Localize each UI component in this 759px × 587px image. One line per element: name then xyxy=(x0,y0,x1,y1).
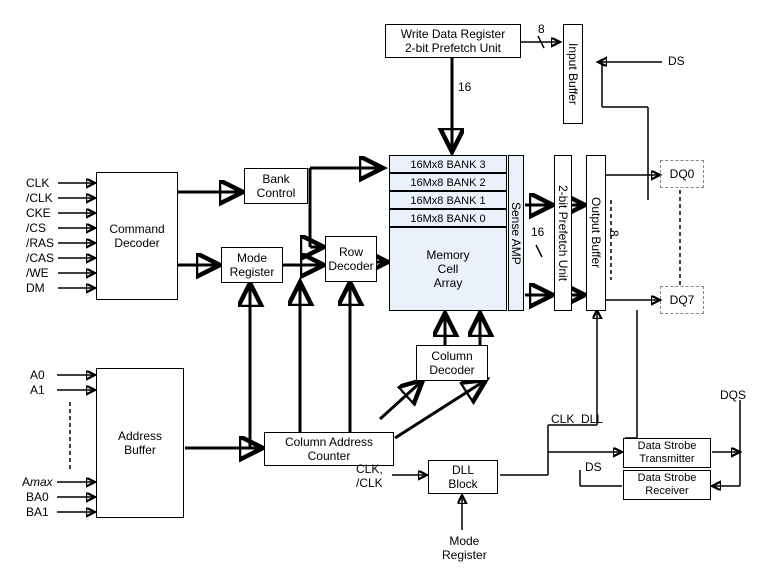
bank0-block: 16Mx8 BANK 0 xyxy=(389,209,507,227)
dq0-box: DQ0 xyxy=(660,160,704,188)
dq7-box: DQ7 xyxy=(660,286,704,314)
sig-cas: /CAS xyxy=(26,251,54,265)
column-decoder-block: Column Decoder xyxy=(416,345,488,381)
clk-input-label: CLK, /CLK xyxy=(356,462,383,490)
dll-block: DLL Block xyxy=(428,460,498,494)
sig-ras: /RAS xyxy=(26,236,54,250)
sig-cke: CKE xyxy=(26,206,51,220)
sig-amax: Amax xyxy=(22,475,53,489)
memory-cell-array-block: Memory Cell Array xyxy=(389,227,507,311)
clk-dll-label: CLK_DLL xyxy=(551,412,603,426)
data-strobe-transmitter-block: Data Strobe Transmitter xyxy=(623,438,711,468)
sig-dm: DM xyxy=(26,281,45,295)
ds-top-label: DS xyxy=(668,54,685,68)
row-decoder-block: Row Decoder xyxy=(325,236,377,282)
sig-clk: CLK xyxy=(26,176,49,190)
mode-register-block: Mode Register xyxy=(221,247,283,283)
dqs-label: DQS xyxy=(720,388,746,402)
sig-nclk: /CLK xyxy=(26,191,53,205)
bank1-block: 16Mx8 BANK 1 xyxy=(389,191,507,209)
data-strobe-receiver-block: Data Strobe Receiver xyxy=(623,470,711,500)
output-buffer-block: Output Buffer xyxy=(586,155,606,311)
mode-register-bottom-label: Mode Register xyxy=(442,534,487,562)
bus16-mid-label: 16 xyxy=(531,225,544,239)
sig-we: /WE xyxy=(26,266,49,280)
bank-control-block: Bank Control xyxy=(244,168,308,204)
diagram-stage: Write Data Register 2-bit Prefetch Unit … xyxy=(0,0,759,587)
command-decoder-block: Command Decoder xyxy=(96,172,178,300)
column-address-counter-block: Column Address Counter xyxy=(264,432,394,466)
sig-ba1: BA1 xyxy=(26,505,49,519)
bank3-block: 16Mx8 BANK 3 xyxy=(389,155,507,173)
input-buffer-block: Input Buffer xyxy=(563,24,583,124)
sense-amp-block: Sense AMP xyxy=(508,155,524,311)
ds-bottom-label: DS xyxy=(585,460,602,474)
bus8-mid-label: 8 xyxy=(607,230,621,237)
sig-a1: A1 xyxy=(30,383,45,397)
address-buffer-block: Address Buffer xyxy=(96,368,184,518)
command-decoder-label: Command Decoder xyxy=(99,222,175,251)
bus16-top-label: 16 xyxy=(458,80,471,94)
bus8-top-label: 8 xyxy=(538,22,545,36)
write-data-register-l2: 2-bit Prefetch Unit xyxy=(405,41,501,55)
sig-a0: A0 xyxy=(30,368,45,382)
write-data-register-l1: Write Data Register xyxy=(401,27,505,41)
sig-cs: /CS xyxy=(26,221,46,235)
write-data-register-block: Write Data Register 2-bit Prefetch Unit xyxy=(385,24,521,58)
prefetch-unit-block: 2-bit Prefetch Unit xyxy=(554,155,572,311)
bank2-block: 16Mx8 BANK 2 xyxy=(389,173,507,191)
sig-ba0: BA0 xyxy=(26,490,49,504)
